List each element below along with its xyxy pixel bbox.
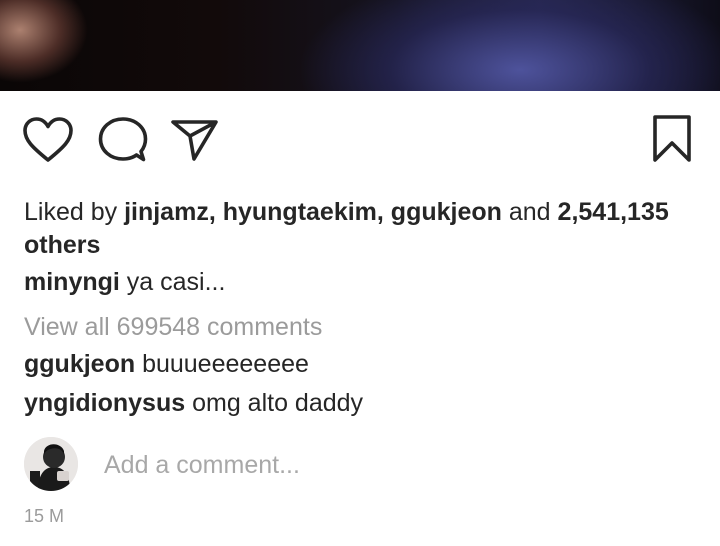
liked-by-users[interactable]: jinjamz, hyungtaekim, ggukjeon <box>124 198 502 226</box>
likes-conjunction: and <box>508 198 551 226</box>
avatar[interactable] <box>24 437 78 491</box>
comment-item: ggukjeon buuueeeeeeee <box>24 348 309 381</box>
post-timestamp: 15 M <box>24 506 65 526</box>
comment-text: omg alto daddy <box>192 389 364 417</box>
likes-prefix: Liked by <box>24 198 118 226</box>
comment-username[interactable]: ggukjeon <box>24 350 135 378</box>
caption-text: ya casi... <box>126 268 226 296</box>
paper-plane-icon[interactable] <box>170 118 220 162</box>
comment-text: buuueeeeeeee <box>142 350 309 378</box>
add-comment-input[interactable] <box>104 450 604 480</box>
comment-username[interactable]: yngidionysus <box>24 389 185 417</box>
post-image[interactable] <box>0 0 720 91</box>
bookmark-icon[interactable] <box>652 114 692 164</box>
post-caption: minyngi ya casi... <box>24 266 225 299</box>
comment-item: yngidionysus omg alto daddy <box>24 387 363 420</box>
heart-icon[interactable] <box>22 116 74 164</box>
caption-username[interactable]: minyngi <box>24 268 120 296</box>
likes-summary[interactable]: Liked by jinjamz, hyungtaekim, ggukjeon … <box>24 196 684 262</box>
view-all-comments-link[interactable]: View all 699548 comments <box>24 311 322 344</box>
comment-bubble-icon[interactable] <box>98 116 148 164</box>
